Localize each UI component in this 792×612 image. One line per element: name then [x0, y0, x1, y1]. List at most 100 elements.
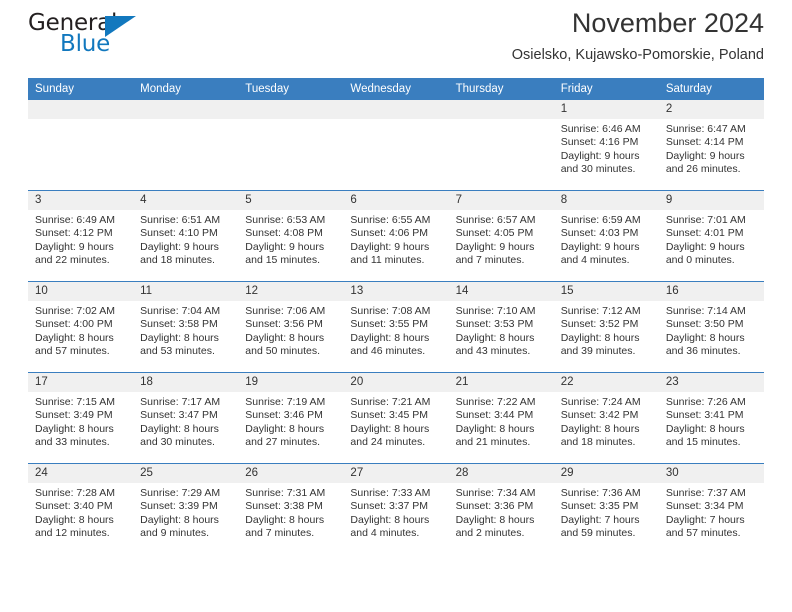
- calendar-day-cell[interactable]: 24 Sunrise: 7:28 AM Sunset: 3:40 PM Dayligh…: [28, 463, 134, 554]
- day-number: 6: [343, 191, 449, 210]
- calendar-day-cell[interactable]: 13 Sunrise: 7:08 AM Sunset: 3:55 PM Dayligh…: [343, 281, 449, 373]
- calendar-day-cell[interactable]: 8 Sunrise: 6:59 AM Sunset: 4:03 PM Daylight…: [553, 190, 659, 282]
- sunrise-time: Sunrise: 7:12 AM: [560, 305, 641, 317]
- day-details: Sunrise: 7:36 AM Sunset: 3:35 PM Daylight:…: [554, 483, 659, 541]
- daylight-duration-line2: and 0 minutes.: [665, 254, 735, 267]
- day-number: 17: [28, 373, 134, 392]
- calendar-day-cell[interactable]: 29 Sunrise: 7:36 AM Sunset: 3:35 PM Dayligh…: [553, 463, 659, 554]
- sunrise-time: Sunrise: 7:17 AM: [140, 396, 221, 408]
- sunrise-time: Sunrise: 7:10 AM: [455, 305, 536, 317]
- day-cell-inner: [448, 100, 554, 190]
- daylight-duration-line2: and 15 minutes.: [245, 254, 320, 267]
- daylight-duration-line2: and 26 minutes.: [665, 163, 741, 176]
- daylight-duration-line1: Daylight: 9 hours: [350, 240, 430, 253]
- calendar-day-cell[interactable]: 23 Sunrise: 7:26 AM Sunset: 3:41 PM Dayligh…: [658, 372, 764, 464]
- daylight-duration-line1: Daylight: 8 hours: [665, 422, 745, 435]
- day-number: 21: [448, 373, 554, 392]
- calendar-day-cell[interactable]: 9 Sunrise: 7:01 AM Sunset: 4:01 PM Daylight…: [658, 190, 764, 282]
- weekday-header-sunday: Sunday: [28, 78, 134, 100]
- calendar-day-cell[interactable]: 16 Sunrise: 7:14 AM Sunset: 3:50 PM Dayligh…: [658, 281, 764, 373]
- sunset-time: Sunset: 3:56 PM: [245, 318, 323, 331]
- day-details: Sunrise: 7:22 AM Sunset: 3:44 PM Daylight:…: [449, 392, 554, 450]
- calendar-day-cell[interactable]: 28 Sunrise: 7:34 AM Sunset: 3:36 PM Dayligh…: [448, 463, 554, 554]
- daylight-duration-line1: Daylight: 8 hours: [140, 513, 219, 526]
- daylight-duration-line2: and 2 minutes.: [455, 527, 525, 540]
- day-number: 28: [448, 464, 554, 483]
- day-details: Sunrise: 7:08 AM Sunset: 3:55 PM Daylight:…: [343, 301, 448, 359]
- sunset-time: Sunset: 3:52 PM: [560, 318, 639, 331]
- day-number: 18: [133, 373, 239, 392]
- calendar-day-cell[interactable]: 2 Sunrise: 6:47 AM Sunset: 4:14 PM Daylight…: [658, 100, 764, 191]
- day-cell-inner: 21 Sunrise: 7:22 AM Sunset: 3:44 PM Dayligh…: [448, 373, 554, 463]
- day-details: Sunrise: 7:04 AM Sunset: 3:58 PM Daylight:…: [133, 301, 238, 359]
- calendar-day-cell[interactable]: 15 Sunrise: 7:12 AM Sunset: 3:52 PM Dayligh…: [553, 281, 659, 373]
- day-cell-inner: [133, 100, 239, 190]
- calendar-day-cell[interactable]: 10 Sunrise: 7:02 AM Sunset: 4:00 PM Dayligh…: [28, 281, 134, 373]
- sunrise-time: Sunrise: 7:01 AM: [665, 214, 746, 226]
- day-details: Sunrise: 7:19 AM Sunset: 3:46 PM Daylight:…: [238, 392, 343, 450]
- daylight-duration-line2: and 30 minutes.: [140, 436, 215, 449]
- title-block: November 2024 Osielsko, Kujawsko-Pomorsk…: [512, 0, 764, 66]
- calendar-day-cell[interactable]: 18 Sunrise: 7:17 AM Sunset: 3:47 PM Dayligh…: [133, 372, 239, 464]
- daylight-duration-line2: and 4 minutes.: [560, 254, 630, 267]
- calendar-day-cell[interactable]: 20 Sunrise: 7:21 AM Sunset: 3:45 PM Dayligh…: [343, 372, 449, 464]
- calendar-day-cell[interactable]: 11 Sunrise: 7:04 AM Sunset: 3:58 PM Dayligh…: [133, 281, 239, 373]
- calendar-day-cell[interactable]: 17 Sunrise: 7:15 AM Sunset: 3:49 PM Dayligh…: [28, 372, 134, 464]
- calendar-day-cell[interactable]: 5 Sunrise: 6:53 AM Sunset: 4:08 PM Daylight…: [238, 190, 344, 282]
- calendar-day-cell[interactable]: 25 Sunrise: 7:29 AM Sunset: 3:39 PM Dayligh…: [133, 463, 239, 554]
- day-details: Sunrise: 7:06 AM Sunset: 3:56 PM Daylight:…: [238, 301, 343, 359]
- day-details: Sunrise: 6:46 AM Sunset: 4:16 PM Daylight:…: [554, 119, 659, 177]
- calendar-cell-empty: [448, 100, 554, 191]
- day-cell-inner: 27 Sunrise: 7:33 AM Sunset: 3:37 PM Dayligh…: [343, 464, 449, 554]
- day-cell-inner: 25 Sunrise: 7:29 AM Sunset: 3:39 PM Dayligh…: [133, 464, 239, 554]
- calendar-day-cell[interactable]: 6 Sunrise: 6:55 AM Sunset: 4:06 PM Daylight…: [343, 190, 449, 282]
- sunset-time: Sunset: 4:08 PM: [245, 227, 323, 240]
- day-cell-inner: 20 Sunrise: 7:21 AM Sunset: 3:45 PM Dayligh…: [343, 373, 449, 463]
- daylight-duration-line2: and 53 minutes.: [140, 345, 215, 358]
- sunrise-time: Sunrise: 6:46 AM: [560, 123, 641, 135]
- calendar-day-cell[interactable]: 7 Sunrise: 6:57 AM Sunset: 4:05 PM Daylight…: [448, 190, 554, 282]
- day-cell-inner: 7 Sunrise: 6:57 AM Sunset: 4:05 PM Daylight…: [448, 191, 554, 281]
- day-number: 20: [343, 373, 449, 392]
- page-header: General Blue November 2024 Osielsko, Kuj…: [28, 0, 764, 74]
- sunset-time: Sunset: 3:49 PM: [35, 409, 113, 422]
- calendar-day-cell[interactable]: 1 Sunrise: 6:46 AM Sunset: 4:16 PM Daylight…: [553, 100, 659, 191]
- daylight-duration-line2: and 21 minutes.: [455, 436, 531, 449]
- sunset-time: Sunset: 3:47 PM: [140, 409, 218, 422]
- calendar-day-cell[interactable]: 22 Sunrise: 7:24 AM Sunset: 3:42 PM Dayligh…: [553, 372, 659, 464]
- calendar-day-cell[interactable]: 4 Sunrise: 6:51 AM Sunset: 4:10 PM Daylight…: [133, 190, 239, 282]
- sunset-time: Sunset: 4:10 PM: [140, 227, 218, 240]
- day-cell-inner: 15 Sunrise: 7:12 AM Sunset: 3:52 PM Dayligh…: [553, 282, 659, 372]
- calendar-day-cell[interactable]: 21 Sunrise: 7:22 AM Sunset: 3:44 PM Dayligh…: [448, 372, 554, 464]
- sunrise-time: Sunrise: 7:02 AM: [35, 305, 115, 317]
- calendar-day-cell[interactable]: 27 Sunrise: 7:33 AM Sunset: 3:37 PM Dayligh…: [343, 463, 449, 554]
- sunset-time: Sunset: 3:55 PM: [350, 318, 429, 331]
- sunset-time: Sunset: 4:16 PM: [560, 136, 639, 149]
- calendar-day-cell[interactable]: 14 Sunrise: 7:10 AM Sunset: 3:53 PM Dayligh…: [448, 281, 554, 373]
- sunset-time: Sunset: 3:50 PM: [665, 318, 744, 331]
- brand-logo[interactable]: General Blue: [28, 12, 158, 58]
- day-details: Sunrise: 7:01 AM Sunset: 4:01 PM Daylight:…: [659, 210, 764, 268]
- day-details: Sunrise: 6:57 AM Sunset: 4:05 PM Daylight:…: [449, 210, 554, 268]
- day-number: 16: [658, 282, 764, 301]
- daylight-duration-line2: and 39 minutes.: [560, 345, 636, 358]
- calendar-day-cell[interactable]: 30 Sunrise: 7:37 AM Sunset: 3:34 PM Dayligh…: [658, 463, 764, 554]
- day-cell-inner: 12 Sunrise: 7:06 AM Sunset: 3:56 PM Dayligh…: [238, 282, 344, 372]
- day-cell-inner: [238, 100, 344, 190]
- day-details: Sunrise: 7:17 AM Sunset: 3:47 PM Daylight:…: [133, 392, 238, 450]
- daylight-duration-line1: Daylight: 8 hours: [245, 422, 325, 435]
- daylight-duration-line2: and 43 minutes.: [455, 345, 531, 358]
- daylight-duration-line2: and 9 minutes.: [140, 527, 210, 540]
- calendar-day-cell[interactable]: 26 Sunrise: 7:31 AM Sunset: 3:38 PM Dayligh…: [238, 463, 344, 554]
- calendar-day-cell[interactable]: 3 Sunrise: 6:49 AM Sunset: 4:12 PM Daylight…: [28, 190, 134, 282]
- day-cell-inner: 3 Sunrise: 6:49 AM Sunset: 4:12 PM Daylight…: [28, 191, 134, 281]
- sunset-time: Sunset: 3:42 PM: [560, 409, 639, 422]
- sunrise-time: Sunrise: 6:53 AM: [245, 214, 326, 226]
- calendar-day-cell[interactable]: 12 Sunrise: 7:06 AM Sunset: 3:56 PM Dayligh…: [238, 281, 344, 373]
- sunrise-time: Sunrise: 7:26 AM: [665, 396, 746, 408]
- calendar-day-cell[interactable]: 19 Sunrise: 7:19 AM Sunset: 3:46 PM Dayligh…: [238, 372, 344, 464]
- sunset-time: Sunset: 3:40 PM: [35, 500, 113, 513]
- daylight-duration-line1: Daylight: 8 hours: [245, 331, 325, 344]
- day-number: 29: [553, 464, 659, 483]
- day-details: Sunrise: 6:53 AM Sunset: 4:08 PM Daylight:…: [238, 210, 343, 268]
